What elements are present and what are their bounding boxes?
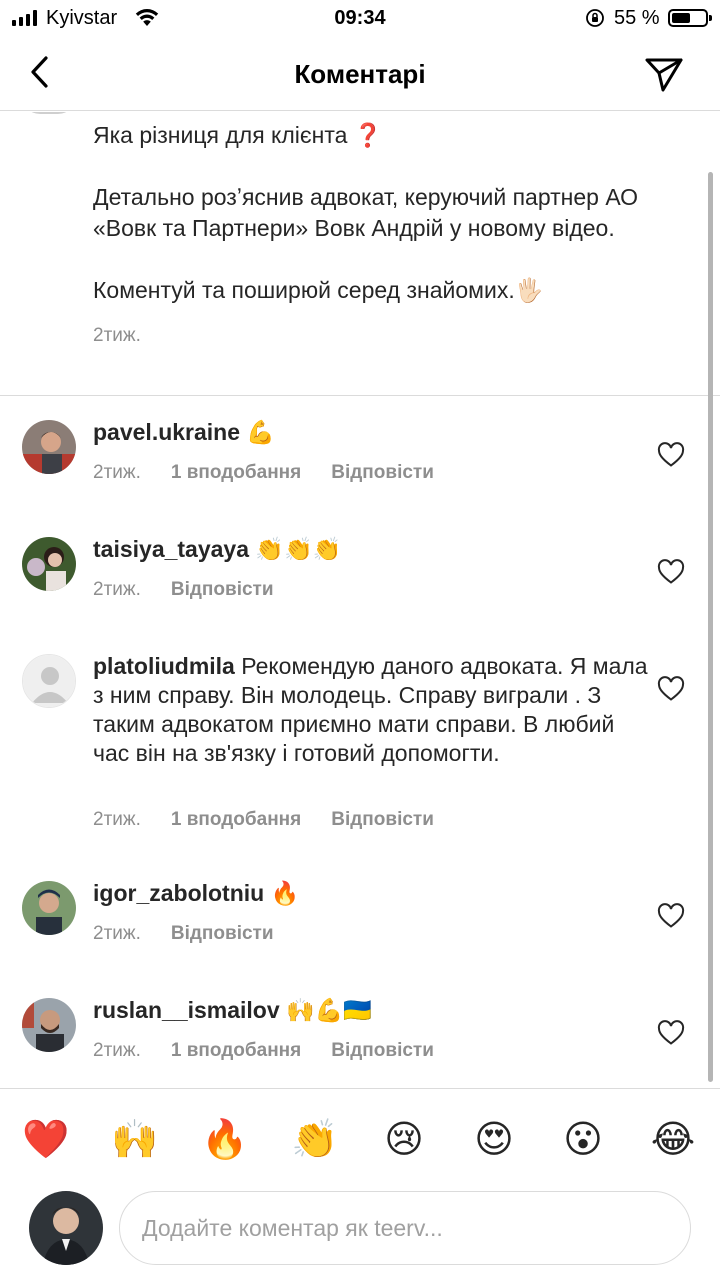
- avatar[interactable]: [22, 537, 76, 591]
- comment-text: 🙌💪🇺🇦: [286, 997, 372, 1023]
- like-heart-icon[interactable]: [657, 1020, 685, 1046]
- comment-text: 🔥: [270, 880, 300, 906]
- battery-icon: [668, 9, 712, 27]
- reply-button[interactable]: Відповісти: [171, 923, 274, 945]
- divider: [0, 395, 720, 396]
- comment-text-block: ruslan__ismailov 🙌💪🇺🇦: [93, 996, 653, 1025]
- scrollbar[interactable]: [708, 172, 713, 1082]
- comment-likes[interactable]: 1 вподобання: [171, 462, 301, 484]
- raised-hands-reaction-icon[interactable]: 🙌: [111, 1115, 159, 1163]
- comment-likes[interactable]: 1 вподобання: [171, 809, 301, 831]
- post-caption: Яка різниця для клієнта ❓ Детально розʼя…: [93, 120, 673, 351]
- comment-username[interactable]: platoliudmila: [93, 653, 235, 679]
- comment-text: 💪: [246, 419, 276, 445]
- like-heart-icon[interactable]: [657, 676, 685, 702]
- battery-percent: 55 %: [614, 7, 660, 29]
- crying-face-reaction-icon[interactable]: 😢: [380, 1115, 428, 1163]
- avatar[interactable]: [22, 654, 76, 708]
- comment-text-block: taisiya_tayaya 👏👏👏: [93, 535, 653, 564]
- avatar[interactable]: [22, 420, 76, 474]
- reply-button[interactable]: Відповісти: [331, 1040, 434, 1062]
- comment-input[interactable]: [119, 1191, 691, 1265]
- comment-meta: 2тиж. 1 вподобання Відповісти: [93, 809, 434, 831]
- status-time: 09:34: [334, 7, 386, 29]
- send-direct-icon[interactable]: [642, 52, 686, 96]
- caption-avatar[interactable]: [22, 112, 76, 114]
- comment-likes[interactable]: 1 вподобання: [171, 1040, 301, 1062]
- my-avatar[interactable]: [29, 1191, 103, 1265]
- comment-text: 👏👏👏: [255, 536, 342, 562]
- comment-time: 2тиж.: [93, 462, 141, 483]
- heart-reaction-icon[interactable]: ❤️: [22, 1115, 70, 1163]
- reply-button[interactable]: Відповісти: [331, 462, 434, 484]
- comments-list[interactable]: Яка різниця для клієнта ❓ Детально розʼя…: [0, 112, 720, 1088]
- comment-time: 2тиж.: [93, 923, 141, 944]
- status-bar: Kyivstar 09:34 55 %: [0, 0, 720, 38]
- reply-button[interactable]: Відповісти: [171, 579, 274, 601]
- clapping-hands-reaction-icon[interactable]: 👏: [291, 1115, 339, 1163]
- fire-reaction-icon[interactable]: 🔥: [201, 1115, 249, 1163]
- comment-text-block: igor_zabolotniu 🔥: [93, 879, 653, 908]
- like-heart-icon[interactable]: [657, 903, 685, 929]
- comment-text-block: platoliudmila Рекомендую даного адвоката…: [93, 652, 653, 768]
- like-heart-icon[interactable]: [657, 559, 685, 585]
- page-title: Коментарі: [294, 59, 426, 89]
- like-heart-icon[interactable]: [657, 442, 685, 468]
- quick-reactions-bar: ❤️ 🙌 🔥 👏 😢 😍 😮 😂: [0, 1088, 720, 1178]
- reply-button[interactable]: Відповісти: [331, 809, 434, 831]
- comment-username[interactable]: igor_zabolotniu: [93, 880, 264, 906]
- header: Коментарі: [0, 38, 720, 111]
- surprised-face-reaction-icon[interactable]: 😮: [559, 1115, 607, 1163]
- comment-meta: 2тиж. Відповісти: [93, 923, 274, 945]
- orientation-lock-icon: [586, 9, 604, 27]
- comment-meta: 2тиж. Відповісти: [93, 579, 274, 601]
- caption-text: Яка різниця для клієнта ❓ Детально розʼя…: [93, 122, 639, 303]
- comment-meta: 2тиж. 1 вподобання Відповісти: [93, 1040, 434, 1062]
- comment-text-block: pavel.ukraine 💪: [93, 418, 653, 447]
- avatar[interactable]: [22, 881, 76, 935]
- comment-username[interactable]: pavel.ukraine: [93, 419, 240, 445]
- comment-username[interactable]: ruslan__ismailov: [93, 997, 280, 1023]
- avatar[interactable]: [22, 998, 76, 1052]
- comment-composer: [0, 1178, 720, 1280]
- laughing-face-reaction-icon[interactable]: 😂: [649, 1115, 697, 1163]
- caption-time: 2тиж.: [93, 325, 141, 346]
- comment-time: 2тиж.: [93, 579, 141, 600]
- comment-time: 2тиж.: [93, 809, 141, 830]
- heart-eyes-reaction-icon[interactable]: 😍: [470, 1115, 518, 1163]
- comment-time: 2тиж.: [93, 1040, 141, 1061]
- comment-meta: 2тиж. 1 вподобання Відповісти: [93, 462, 434, 484]
- comment-username[interactable]: taisiya_tayaya: [93, 536, 249, 562]
